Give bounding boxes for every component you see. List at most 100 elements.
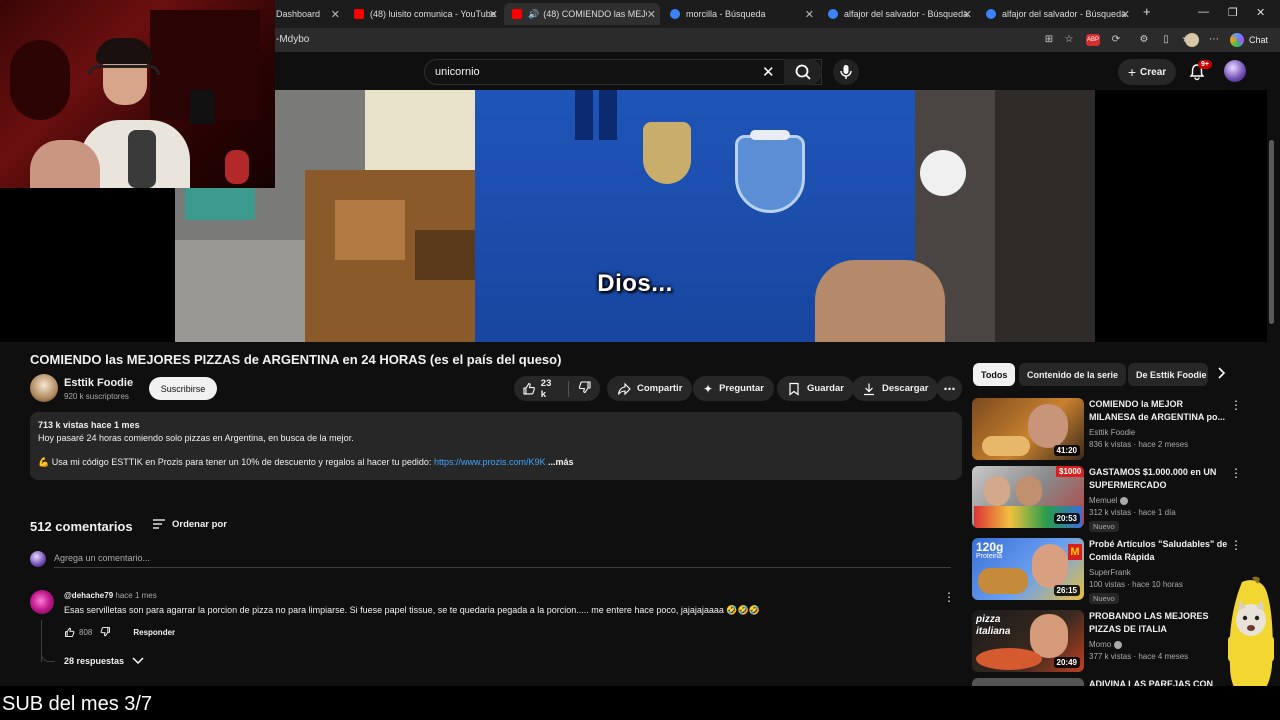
divider xyxy=(568,380,569,397)
comment-menu-icon[interactable]: ⋮ xyxy=(943,590,955,604)
ask-button[interactable]: ✦ Preguntar xyxy=(693,376,774,401)
view-replies-button[interactable]: 28 respuestas xyxy=(64,656,144,666)
account-avatar[interactable] xyxy=(1224,60,1246,82)
recommended-title[interactable]: COMIENDO la MEJOR MILANESA de ARGENTINA … xyxy=(1089,398,1229,424)
save-button[interactable]: Guardar xyxy=(777,376,854,401)
recommended-title[interactable]: Probé Artículos "Saludables" de Comida R… xyxy=(1089,538,1229,564)
close-icon[interactable]: ✕ xyxy=(805,8,814,21)
video-menu-icon[interactable]: ⋮ xyxy=(1230,466,1242,480)
maximize-icon[interactable]: ❐ xyxy=(1228,6,1238,19)
extension-icon[interactable]: ⚙ xyxy=(1138,34,1150,46)
url-text[interactable]: -Mdybo xyxy=(276,34,309,45)
jersey-stripe xyxy=(599,90,617,140)
tab-luisito[interactable]: (48) luisito comunica - YouTube ✕ xyxy=(346,3,502,25)
recommended-video[interactable]: 41:20 COMIENDO la MEJOR MILANESA de ARGE… xyxy=(972,398,1272,462)
tab-alfajor[interactable]: alfajor del salvador - Búsqueda ✕ xyxy=(820,3,976,25)
thumb-text: Proteina xyxy=(976,553,1003,560)
install-app-icon[interactable]: ⊞ xyxy=(1043,34,1055,46)
video-thumbnail[interactable]: pizza italiana 20:49 xyxy=(972,610,1084,672)
ask-label: Preguntar xyxy=(719,383,764,394)
recommended-channel[interactable]: Memuel xyxy=(1089,496,1129,505)
close-icon[interactable]: ✕ xyxy=(1121,8,1130,21)
comment-text: Esas servilletas son para agarrar la por… xyxy=(64,605,761,615)
search-button[interactable] xyxy=(784,59,822,85)
create-button[interactable]: + Crear xyxy=(1118,59,1176,85)
tab-alfajor-images[interactable]: alfajor del salvador - Búsqueda Im ✕ xyxy=(978,3,1134,25)
video-thumbnail[interactable]: 41:20 xyxy=(972,398,1084,460)
dislike-button[interactable] xyxy=(578,380,592,397)
new-tab-icon[interactable]: + xyxy=(1143,4,1151,19)
download-button[interactable]: Descargar xyxy=(852,376,939,401)
speaker-icon[interactable]: 🔊 xyxy=(528,9,539,20)
recommended-video[interactable]: $1000 20:53 GASTAMOS $1.000.000 en UN SU… xyxy=(972,466,1272,532)
add-comment-input[interactable]: Agrega un comentario... xyxy=(54,553,150,563)
chevron-right-icon[interactable] xyxy=(1218,367,1226,382)
prozis-link[interactable]: https://www.prozis.com/K9K xyxy=(434,457,546,467)
tab-dashboard[interactable]: Dashboard ✕ xyxy=(268,3,344,25)
scrollbar-thumb[interactable] xyxy=(1269,140,1274,324)
tab-label: morcilla - Búsqueda xyxy=(686,9,766,19)
voice-search-button[interactable] xyxy=(833,59,859,85)
clear-search-icon[interactable]: ✕ xyxy=(762,63,775,81)
video-player[interactable]: Dios... xyxy=(175,90,1095,342)
sub-of-month-text: SUB del mes 3/7 xyxy=(2,693,153,715)
chip-label: Todos xyxy=(981,369,1008,380)
minimize-icon[interactable]: — xyxy=(1198,6,1209,18)
new-badge: Nuevo xyxy=(1089,593,1119,604)
recommended-title[interactable]: ADIVINA LAS PAREJAS CON xyxy=(1089,678,1229,686)
close-icon[interactable]: ✕ xyxy=(489,8,498,21)
reply-button[interactable]: Responder xyxy=(133,628,175,637)
adblock-extension-icon[interactable]: ABP xyxy=(1086,34,1100,46)
profile-avatar[interactable] xyxy=(1185,33,1199,47)
split-screen-icon[interactable]: ▯ xyxy=(1160,34,1172,46)
video-thumbnail[interactable]: $1000 20:53 xyxy=(972,466,1084,528)
comment-header: @dehache79 hace 1 mes xyxy=(64,591,157,600)
tab-label: (48) luisito comunica - YouTube xyxy=(370,9,496,19)
copilot-chat-button[interactable]: Chat xyxy=(1230,31,1268,49)
tab-morcilla[interactable]: morcilla - Búsqueda ✕ xyxy=(662,3,818,25)
comment-dislike-button[interactable] xyxy=(100,626,111,639)
video-thumbnail[interactable] xyxy=(972,678,1084,686)
subscribe-button[interactable]: Suscribirse xyxy=(149,377,217,400)
comment-like-button[interactable]: 808 xyxy=(64,627,92,638)
video-menu-icon[interactable]: ⋮ xyxy=(1230,538,1242,552)
recommended-meta: 312 k vistas · hace 1 día xyxy=(1089,508,1176,517)
refresh-extension-icon[interactable]: ⟳ xyxy=(1110,34,1122,46)
chip-series[interactable]: Contenido de la serie xyxy=(1019,363,1127,386)
close-icon[interactable]: ✕ xyxy=(647,8,656,21)
recommended-channel[interactable]: SuperFrank xyxy=(1089,568,1131,577)
channel-name[interactable]: Esttik Foodie xyxy=(64,377,133,389)
commenter-avatar[interactable] xyxy=(30,590,54,614)
tab-comiendo[interactable]: 🔊 (48) COMIENDO las MEJORES ✕ xyxy=(504,3,660,25)
close-window-icon[interactable]: ✕ xyxy=(1256,6,1265,19)
more-actions-button[interactable]: ⋯ xyxy=(937,376,962,401)
favorite-star-icon[interactable]: ☆ xyxy=(1063,34,1075,46)
video-menu-icon[interactable]: ⋮ xyxy=(1230,398,1242,412)
chip-channel[interactable]: De Esttik Foodie xyxy=(1128,363,1208,386)
show-more-link[interactable]: ...más xyxy=(548,457,574,467)
comment-username[interactable]: @dehache79 xyxy=(64,591,113,600)
video-duration: 26:15 xyxy=(1053,585,1080,596)
recommended-title[interactable]: PROBANDO LAS MEJORES PIZZAS DE ITALIA xyxy=(1089,610,1229,636)
close-icon[interactable]: ✕ xyxy=(331,8,340,21)
sort-comments-button[interactable]: Ordenar por xyxy=(152,518,227,530)
like-dislike-group: 23 k xyxy=(514,376,600,401)
sparkle-icon: ✦ xyxy=(703,381,714,396)
video-description[interactable]: 713 k vistas hace 1 mes Hoy pasaré 24 ho… xyxy=(30,412,962,480)
close-icon[interactable]: ✕ xyxy=(963,8,972,21)
recommended-meta: 100 vistas · hace 10 horas xyxy=(1089,580,1183,589)
chip-todos[interactable]: Todos xyxy=(973,363,1016,386)
thumb-food xyxy=(982,436,1030,456)
recommended-channel[interactable]: Esttik Foodie xyxy=(1089,428,1135,437)
tab-label: (48) COMIENDO las MEJORES xyxy=(543,9,647,19)
bookmark-icon xyxy=(789,382,799,396)
video-subtitle: Dios... xyxy=(597,270,673,297)
recommended-channel[interactable]: Momo xyxy=(1089,640,1123,649)
video-thumbnail[interactable]: 120g Proteina M 26:15 xyxy=(972,538,1084,600)
more-icon[interactable]: ⋯ xyxy=(1208,34,1220,46)
share-button[interactable]: Compartir xyxy=(607,376,693,401)
like-button[interactable]: 23 k xyxy=(522,378,559,400)
channel-avatar[interactable] xyxy=(30,374,58,402)
recommended-title[interactable]: GASTAMOS $1.000.000 en UN SUPERMERCADO xyxy=(1089,466,1229,492)
comment-actions: 808 Responder xyxy=(64,626,175,639)
